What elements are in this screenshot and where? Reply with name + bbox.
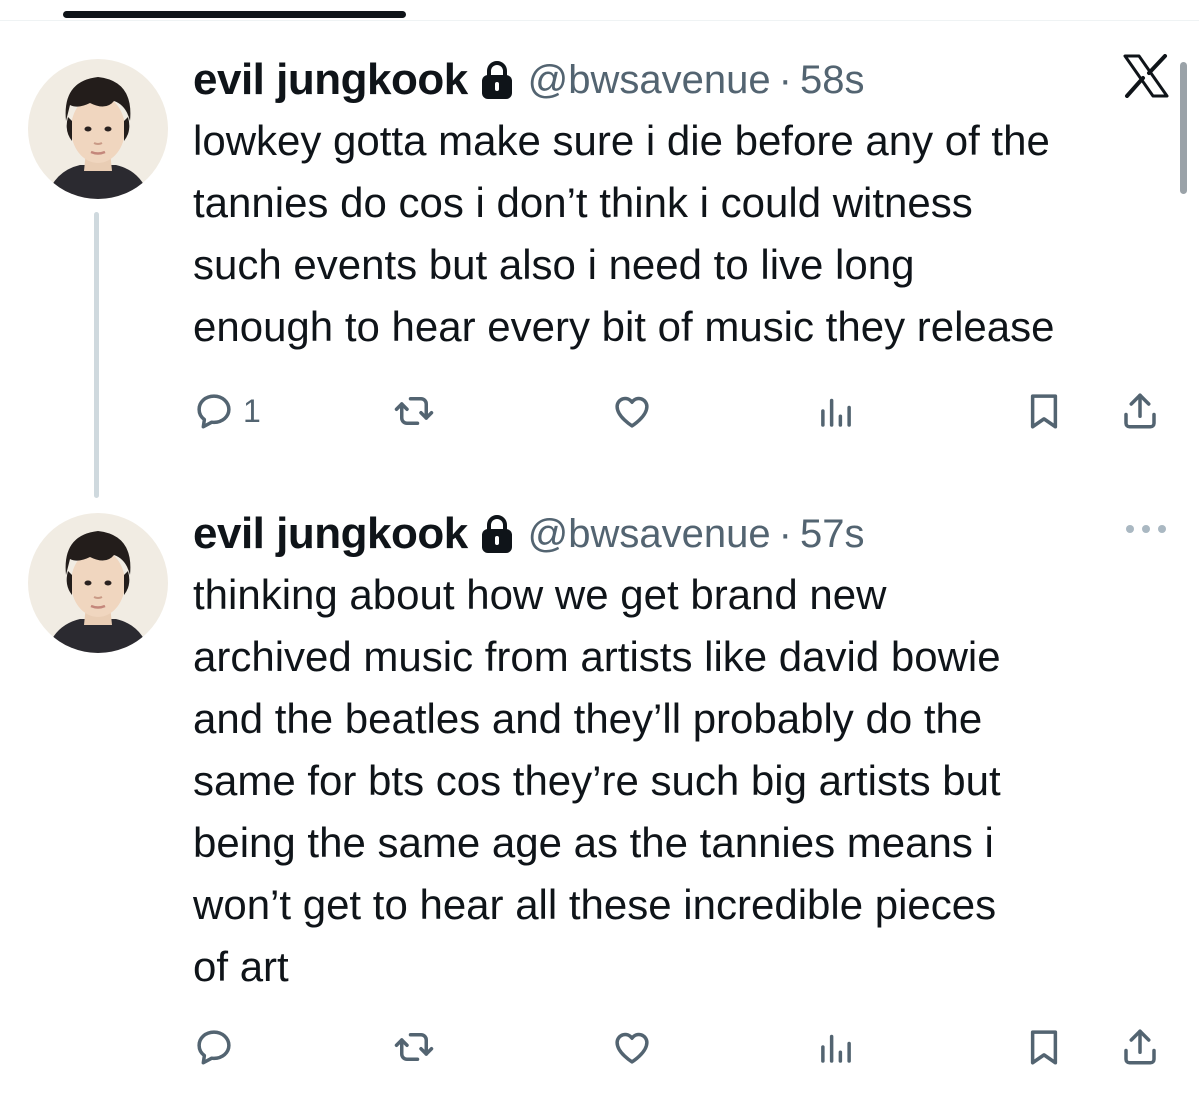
reply-icon bbox=[193, 390, 235, 432]
tweet-line: being the same age as the tannies means … bbox=[193, 819, 994, 866]
tweet-header: evil jungkook @bwsavenue · 58s bbox=[193, 54, 864, 106]
more-options-icon[interactable] bbox=[1123, 522, 1169, 541]
bookmark-icon bbox=[1023, 390, 1065, 432]
tweet-line: tannies do cos i don’t think i could wit… bbox=[193, 179, 973, 226]
user-handle[interactable]: @bwsavenue bbox=[528, 58, 771, 103]
action-bar: 1 bbox=[193, 388, 1173, 434]
tweet-line: same for bts cos they’re such big artist… bbox=[193, 757, 1001, 804]
timestamp[interactable]: 57s bbox=[800, 512, 865, 557]
like-button[interactable] bbox=[611, 388, 653, 434]
tweet-line: enough to hear every bit of music they r… bbox=[193, 303, 1055, 350]
top-divider bbox=[0, 20, 1199, 21]
timestamp[interactable]: 58s bbox=[800, 58, 865, 103]
x-logo-shape bbox=[1123, 54, 1169, 98]
tweet-line: such events but also i need to live long bbox=[193, 241, 915, 288]
tweet-line: won’t get to hear all these incredible p… bbox=[193, 881, 997, 928]
bookmark-button[interactable] bbox=[1023, 388, 1065, 434]
share-icon bbox=[1119, 1026, 1161, 1068]
tweet-line: thinking about how we get brand new bbox=[193, 571, 887, 618]
reply-button[interactable]: 1 bbox=[193, 388, 261, 434]
tweet-header: evil jungkook @bwsavenue · 57s bbox=[193, 508, 864, 560]
share-icon bbox=[1119, 390, 1161, 432]
action-bar bbox=[193, 1024, 1173, 1070]
display-name[interactable]: evil jungkook bbox=[193, 55, 468, 105]
tweet[interactable]: evil jungkook @bwsavenue · 57s thinking … bbox=[0, 508, 1199, 1098]
reply-icon bbox=[193, 1026, 235, 1068]
reply-count: 1 bbox=[243, 392, 261, 429]
x-logo-icon[interactable] bbox=[1123, 54, 1169, 103]
share-button[interactable] bbox=[1119, 388, 1161, 434]
tweet-line: of art bbox=[193, 943, 289, 990]
tweet-text: thinking about how we get brand new arch… bbox=[193, 564, 1183, 998]
views-icon bbox=[815, 1026, 857, 1068]
top-bar bbox=[63, 11, 406, 18]
tweet-line: archived music from artists like david b… bbox=[193, 633, 1001, 680]
lock-icon bbox=[480, 514, 514, 554]
display-name[interactable]: evil jungkook bbox=[193, 509, 468, 559]
retweet-icon bbox=[393, 390, 435, 432]
like-button[interactable] bbox=[611, 1024, 653, 1070]
like-icon bbox=[611, 390, 653, 432]
tweet[interactable]: evil jungkook @bwsavenue · 58s lowkey go… bbox=[0, 54, 1199, 474]
lock-icon bbox=[480, 60, 514, 100]
user-handle[interactable]: @bwsavenue bbox=[528, 512, 771, 557]
reply-button[interactable] bbox=[193, 1024, 243, 1070]
views-button[interactable] bbox=[815, 388, 857, 434]
like-icon bbox=[611, 1026, 653, 1068]
tweet-line: and the beatles and they’ll probably do … bbox=[193, 695, 983, 742]
separator-dot: · bbox=[778, 57, 792, 102]
share-button[interactable] bbox=[1119, 1024, 1161, 1070]
retweet-button[interactable] bbox=[393, 388, 435, 434]
separator-dot: · bbox=[778, 511, 792, 556]
bookmark-icon bbox=[1023, 1026, 1065, 1068]
more-options-dots bbox=[1126, 525, 1166, 533]
bookmark-button[interactable] bbox=[1023, 1024, 1065, 1070]
retweet-button[interactable] bbox=[393, 1024, 435, 1070]
tweet-line: lowkey gotta make sure i die before any … bbox=[193, 117, 1050, 164]
tweet-text: lowkey gotta make sure i die before any … bbox=[193, 110, 1183, 358]
views-icon bbox=[815, 390, 857, 432]
retweet-icon bbox=[393, 1026, 435, 1068]
views-button[interactable] bbox=[815, 1024, 857, 1070]
